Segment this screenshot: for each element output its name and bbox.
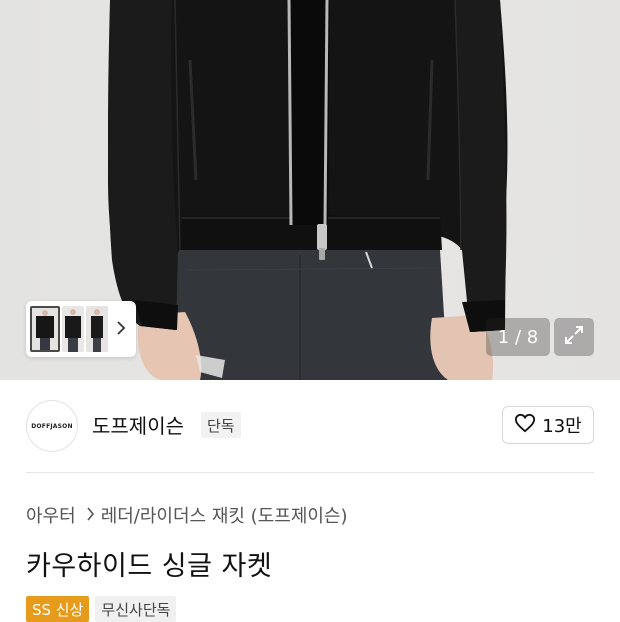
brand-logo[interactable]: DOFFJASON [26, 400, 78, 452]
image-counter: 1 / 8 [486, 318, 550, 356]
thumbnail-2[interactable] [62, 306, 84, 352]
breadcrumb-category[interactable]: 아우터 [26, 502, 76, 528]
brand-row: DOFFJASON 도프제이슨 단독 13만 [0, 380, 620, 472]
thumbnail-1[interactable] [30, 306, 60, 352]
heart-icon [514, 413, 536, 438]
brand-exclusive-badge: 단독 [201, 412, 241, 438]
chevron-right-icon[interactable] [116, 320, 126, 339]
chevron-right-icon [86, 506, 95, 525]
divider [26, 472, 594, 473]
thumbnail-3[interactable] [86, 306, 108, 352]
expand-button[interactable] [554, 318, 594, 356]
product-tags: SS 신상 무신사단독 [26, 596, 177, 622]
breadcrumb: 아우터 레더/라이더스 재킷 (도프제이슨) [26, 502, 348, 528]
like-button[interactable]: 13만 [502, 406, 594, 444]
season-tag: SS 신상 [26, 596, 90, 622]
breadcrumb-subcategory[interactable]: 레더/라이더스 재킷 (도프제이슨) [101, 502, 348, 528]
like-count: 13만 [542, 416, 582, 437]
product-image-gallery[interactable]: 1 / 8 [0, 0, 620, 380]
expand-icon [563, 324, 585, 350]
brand-logo-text: DOFFJASON [31, 422, 73, 430]
brand-name[interactable]: 도프제이슨 [92, 410, 184, 439]
product-title: 카우하이드 싱글 자켓 [26, 551, 273, 582]
exclusive-tag: 무신사단독 [95, 596, 177, 622]
thumbnail-strip[interactable] [26, 301, 136, 357]
